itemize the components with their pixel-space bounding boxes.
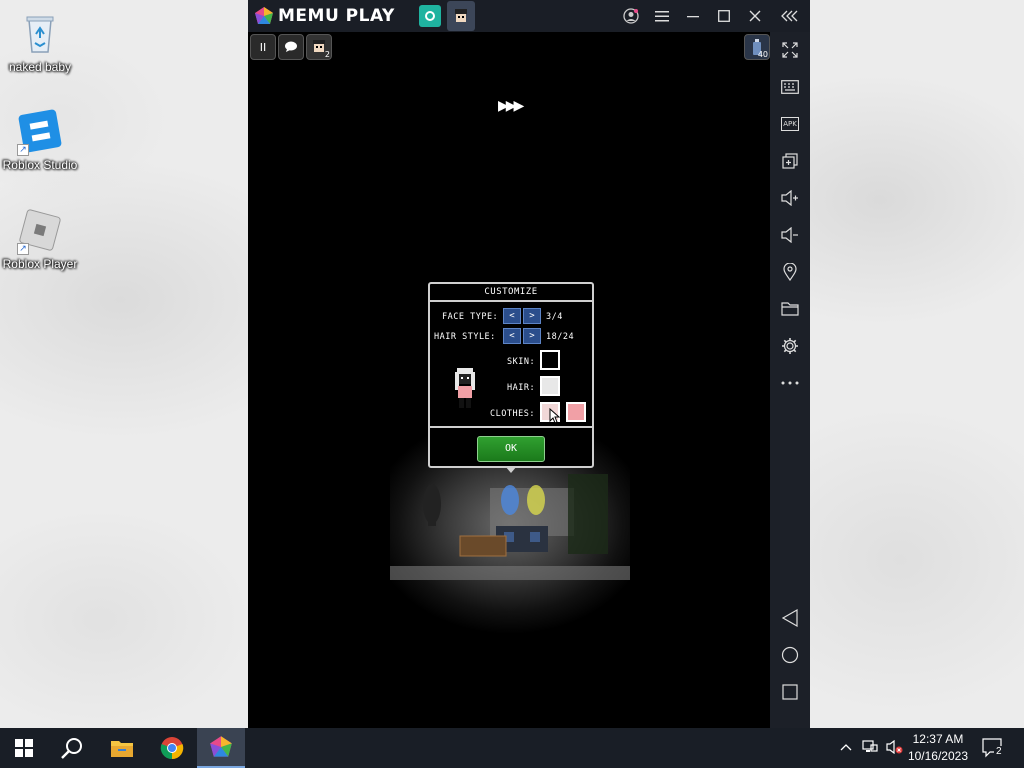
apk-icon[interactable]: APK <box>780 114 800 134</box>
show-hidden-icons-chevron-icon[interactable] <box>840 740 852 755</box>
close-icon[interactable] <box>745 6 765 26</box>
file-explorer-icon <box>111 741 133 757</box>
dialog-pointer <box>505 466 517 473</box>
hair-color-swatch[interactable] <box>540 376 560 396</box>
hair-style-next-button[interactable]: > <box>523 328 541 344</box>
desktop-icon-roblox-player[interactable]: ↗ Roblox Player <box>0 207 80 271</box>
account-icon[interactable] <box>621 6 641 26</box>
network-icon[interactable] <box>862 740 878 758</box>
home-icon[interactable] <box>780 645 800 665</box>
chrome-button[interactable] <box>148 728 196 768</box>
clothes-secondary-swatch[interactable] <box>566 402 586 422</box>
menu-icon[interactable] <box>652 6 672 26</box>
face-type-next-button[interactable]: > <box>523 308 541 324</box>
multi-instance-icon[interactable] <box>780 151 800 171</box>
settings-icon[interactable] <box>780 336 800 356</box>
back-icon[interactable] <box>780 608 800 628</box>
recycle-bin-icon <box>17 10 63 56</box>
memu-logo: MEMU PLAY <box>254 6 395 26</box>
start-button[interactable] <box>0 728 48 768</box>
volume-up-icon[interactable] <box>780 188 800 208</box>
game-avatar-icon <box>454 9 467 22</box>
hair-style-label: HAIR STYLE: <box>434 332 496 342</box>
apk-label: APK <box>781 117 799 131</box>
volume-muted-icon[interactable] <box>886 739 904 758</box>
location-icon[interactable] <box>780 262 800 282</box>
volume-down-icon[interactable] <box>780 225 800 245</box>
app-name: MEMU PLAY <box>278 6 395 26</box>
system-clock[interactable]: 12:37 AM 10/16/2023 <box>908 731 968 765</box>
emulator-sidebar: APK <box>770 32 810 728</box>
ok-button[interactable]: OK <box>477 436 545 462</box>
chat-icon <box>285 41 297 52</box>
hair-style-prev-button[interactable]: < <box>503 328 521 344</box>
desktop-icon-label: Roblox Studio <box>2 158 78 172</box>
chrome-icon <box>160 737 184 760</box>
memu-gem-icon <box>255 7 273 24</box>
notification-center-icon[interactable]: 2 <box>982 738 1004 762</box>
skin-label: SKIN: <box>507 357 536 367</box>
folder-icon[interactable] <box>780 299 800 319</box>
shortcut-arrow-icon: ↗ <box>17 243 29 255</box>
hair-style-value: 18/24 <box>546 332 575 342</box>
roblox-player-icon: ↗ <box>17 207 63 255</box>
windows-start-icon <box>15 739 33 757</box>
maximize-icon[interactable] <box>714 6 734 26</box>
memu-icon <box>210 736 232 757</box>
character-sprite <box>455 368 475 408</box>
dialog-title: CUSTOMIZE <box>430 284 592 302</box>
game-viewport[interactable]: ▶▶▶ CUSTOMIZE FACE TYPE: < > 3/4 HAIR ST… <box>248 62 770 728</box>
memu-emulator-window: MEMU PLAY II 2 40 ▶▶▶ CUSTOMIZE FACE TYP… <box>248 0 810 728</box>
player-list-button[interactable]: 2 <box>306 34 332 60</box>
fullscreen-icon[interactable] <box>780 40 800 60</box>
keyboard-icon[interactable] <box>780 77 800 97</box>
minimize-icon[interactable] <box>683 6 703 26</box>
face-type-prev-button[interactable]: < <box>503 308 521 324</box>
memu-taskbar-button[interactable] <box>197 728 245 768</box>
hair-label: HAIR: <box>507 383 536 393</box>
file-explorer-button[interactable] <box>98 728 146 768</box>
chat-button[interactable] <box>278 34 304 60</box>
more-icon[interactable] <box>780 373 800 393</box>
clock-time: 12:37 AM <box>912 732 964 746</box>
mouse-cursor-icon <box>549 408 561 424</box>
skin-color-swatch[interactable] <box>540 350 560 370</box>
desktop-icon-roblox-studio[interactable]: ↗ Roblox Studio <box>0 108 80 172</box>
inventory-count: 40 <box>757 50 768 59</box>
collapse-icon[interactable] <box>780 6 800 26</box>
search-icon <box>61 738 82 759</box>
windows-taskbar: 12:37 AM 10/16/2023 2 <box>0 728 1024 768</box>
character-preview <box>452 368 478 412</box>
player-count-badge: 2 <box>324 50 330 59</box>
shortcut-arrow-icon: ↗ <box>17 144 29 156</box>
desktop-icon-label: Roblox Player <box>2 257 78 271</box>
emulator-titlebar: MEMU PLAY <box>248 0 810 32</box>
face-type-value: 3/4 <box>546 312 563 322</box>
pause-button[interactable]: II <box>250 34 276 60</box>
tab-game[interactable] <box>446 1 475 31</box>
customize-dialog: CUSTOMIZE FACE TYPE: < > 3/4 HAIR STYLE:… <box>428 282 594 473</box>
clock-date: 10/16/2023 <box>907 749 968 763</box>
face-type-label: FACE TYPE: <box>442 312 499 322</box>
dialog-divider <box>430 426 592 428</box>
skip-button[interactable]: ▶▶▶ <box>498 98 524 114</box>
roblox-studio-icon: ↗ <box>17 108 63 156</box>
home-tab-icon <box>424 11 435 21</box>
search-button[interactable] <box>48 728 96 768</box>
recent-apps-icon[interactable] <box>780 682 800 702</box>
game-topbar: II 2 40 <box>248 32 770 62</box>
notification-count-badge: 2 <box>994 746 1004 757</box>
clothes-label: CLOTHES: <box>490 409 535 419</box>
pause-label: II <box>259 40 267 54</box>
desktop-icon-recycle-bin[interactable]: naked baby <box>0 10 80 74</box>
desktop-icon-label: naked baby <box>8 60 72 74</box>
tab-home[interactable] <box>418 5 441 27</box>
inventory-button[interactable]: 40 <box>744 34 770 60</box>
